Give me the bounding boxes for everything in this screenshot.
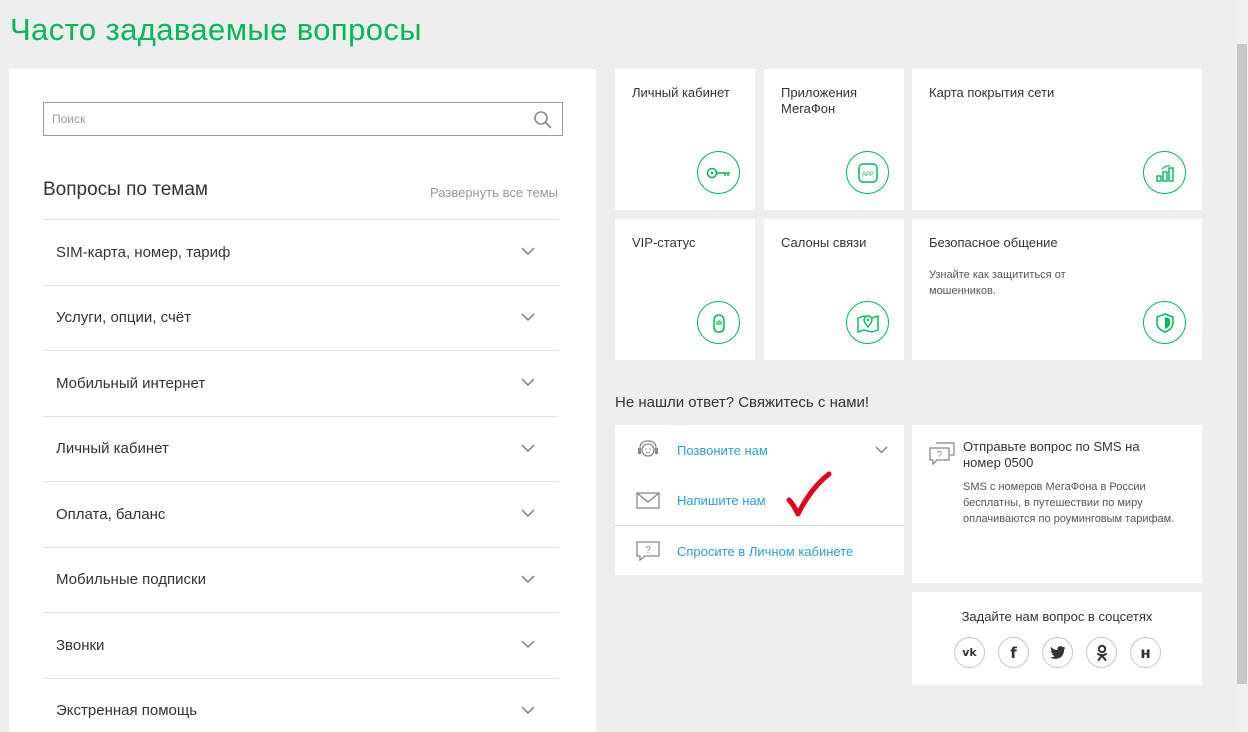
- tile-subtitle: Узнайте как защититься от мошенников.: [929, 269, 1066, 297]
- sms-text: SMS с номеров МегаФона в России бесплатн…: [963, 481, 1175, 525]
- shield-icon: [1143, 301, 1186, 344]
- sms-title: Отправьте вопрос по SMS на номер 0500: [963, 439, 1140, 470]
- envelope-icon: [636, 492, 660, 509]
- social-links: vk f н: [954, 637, 1161, 668]
- checkmark-annotation: [786, 471, 832, 517]
- social-glyph: н: [1140, 643, 1151, 662]
- tile-label: Безопасное общение: [929, 235, 1058, 250]
- ask-in-account-item[interactable]: ? Спросите в Личном кабинете: [615, 526, 904, 576]
- tile-vip-status[interactable]: VIP-статус: [615, 219, 755, 360]
- tile-coverage-map[interactable]: Карта покрытия сети: [912, 69, 1202, 210]
- chevron-down-icon: [521, 575, 535, 583]
- search-box[interactable]: [43, 102, 563, 136]
- social-glyph: f: [1010, 643, 1017, 662]
- topic-label: Личный кабинет: [56, 440, 169, 458]
- topic-list: SIM-карта, номер, тариф Услуги, опции, с…: [43, 219, 559, 732]
- headset-icon: [638, 440, 658, 457]
- topic-label: Услуги, опции, счёт: [56, 309, 191, 327]
- map-pin-icon: [846, 301, 889, 344]
- question-chat-icon: ?: [636, 541, 660, 562]
- topic-item[interactable]: Экстренная помощь: [43, 677, 559, 732]
- tile-label: Салоны связи: [781, 235, 867, 250]
- search-icon[interactable]: [533, 110, 553, 130]
- topic-label: Мобильный интернет: [56, 374, 206, 392]
- contact-heading: Не нашли ответ? Свяжитесь с нами!: [615, 394, 870, 411]
- topic-label: Звонки: [56, 636, 105, 654]
- call-us-item[interactable]: Позвоните нам: [615, 425, 904, 475]
- contact-label: Спросите в Личном кабинете: [677, 544, 854, 559]
- sms-info: ? Отправьте вопрос по SMS на номер 0500 …: [912, 425, 1202, 583]
- topic-item[interactable]: Мобильные подписки: [43, 546, 559, 613]
- vk-icon[interactable]: vk: [954, 637, 985, 668]
- topic-item[interactable]: Оплата, баланс: [43, 481, 559, 547]
- odnoklassniki-icon[interactable]: [1086, 637, 1117, 668]
- tile-stores[interactable]: Салоны связи: [764, 219, 904, 360]
- scrollbar[interactable]: [1236, 0, 1248, 732]
- tile-label: Личный кабинет: [632, 85, 730, 100]
- facebook-icon[interactable]: f: [998, 637, 1029, 668]
- hh-icon[interactable]: н: [1130, 637, 1161, 668]
- svg-text:?: ?: [645, 545, 651, 556]
- twitter-bird-glyph: [1049, 646, 1065, 659]
- search-input[interactable]: [44, 103, 562, 135]
- faq-topics-panel: Вопросы по темам Развернуть все темы SIM…: [9, 69, 596, 732]
- topic-item[interactable]: Личный кабинет: [43, 415, 559, 482]
- chevron-down-icon: [521, 706, 535, 714]
- chevron-down-icon: [521, 444, 535, 452]
- topic-label: SIM-карта, номер, тариф: [56, 243, 231, 261]
- app-icon-text: APP: [861, 172, 873, 178]
- page-title: Часто задаваемые вопросы: [10, 12, 422, 47]
- vip-icon: [697, 301, 740, 344]
- tile-label: VIP-статус: [632, 235, 696, 250]
- tile-label: Приложения МегаФон: [781, 85, 858, 116]
- svg-text:?: ?: [937, 450, 942, 460]
- chevron-down-icon: [521, 509, 535, 517]
- topic-item[interactable]: SIM-карта, номер, тариф: [43, 219, 559, 285]
- tile-megafon-apps[interactable]: Приложения МегаФон APP: [764, 69, 904, 210]
- expand-all-link[interactable]: Развернуть все темы: [430, 185, 558, 200]
- chevron-down-icon: [521, 313, 535, 321]
- topic-label: Мобильные подписки: [56, 571, 206, 589]
- social-title: Задайте нам вопрос в соцсетях: [961, 609, 1153, 624]
- write-us-item[interactable]: Напишите нам: [615, 475, 904, 525]
- contact-label: Напишите нам: [677, 493, 766, 508]
- signal-icon: [1143, 151, 1186, 194]
- topic-label: Оплата, баланс: [56, 505, 166, 523]
- tile-label: Карта покрытия сети: [929, 85, 1055, 100]
- tile-safe-communication[interactable]: Безопасное общение Узнайте как защититьс…: [912, 219, 1202, 360]
- topic-item[interactable]: Услуги, опции, счёт: [43, 284, 559, 351]
- topic-label: Экстренная помощь: [56, 702, 198, 720]
- social-box: Задайте нам вопрос в соцсетях vk f н: [912, 592, 1202, 685]
- tile-personal-account[interactable]: Личный кабинет: [615, 69, 755, 210]
- topics-title: Вопросы по темам: [43, 179, 208, 200]
- chevron-down-icon: [521, 378, 535, 386]
- chevron-down-icon: [521, 247, 535, 255]
- topic-item[interactable]: Звонки: [43, 612, 559, 678]
- topic-item[interactable]: Мобильный интернет: [43, 350, 559, 416]
- app-icon: APP: [846, 151, 889, 194]
- sms-chat-icon: ?: [929, 442, 955, 466]
- twitter-icon[interactable]: [1042, 637, 1073, 668]
- chevron-down-icon: [521, 640, 535, 648]
- contact-label: Позвоните нам: [677, 443, 768, 458]
- key-icon: [697, 151, 740, 194]
- social-glyph: vk: [962, 646, 977, 659]
- contact-options: Позвоните нам Напишите нам ? Спросите в …: [615, 425, 904, 575]
- scrollbar-thumb[interactable]: [1237, 44, 1247, 684]
- ok-glyph: [1096, 644, 1107, 661]
- chevron-down-icon[interactable]: [875, 446, 888, 454]
